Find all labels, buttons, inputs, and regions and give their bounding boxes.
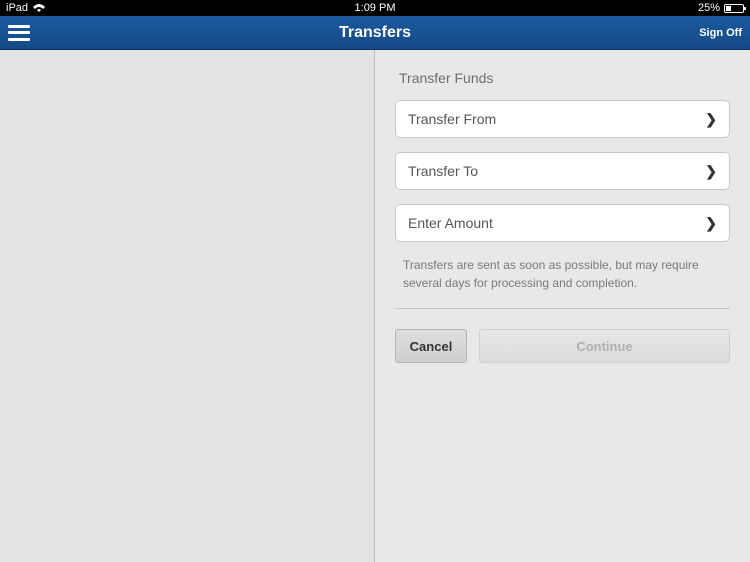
battery-icon	[724, 4, 744, 13]
transfer-to-label: Transfer To	[408, 163, 705, 179]
transfer-from-label: Transfer From	[408, 111, 705, 127]
status-time: 1:09 PM	[355, 2, 396, 14]
battery-percent: 25%	[698, 2, 720, 14]
sign-off-button[interactable]: Sign Off	[699, 27, 742, 39]
chevron-right-icon: ❯	[705, 111, 717, 128]
button-row: Cancel Continue	[395, 329, 730, 363]
helper-text: Transfers are sent as soon as possible, …	[395, 256, 730, 292]
nav-bar: Transfers Sign Off	[0, 16, 750, 50]
content-area: Transfer Funds Transfer From ❯ Transfer …	[0, 50, 750, 562]
wifi-icon	[32, 3, 46, 13]
right-pane: Transfer Funds Transfer From ❯ Transfer …	[375, 50, 750, 562]
chevron-right-icon: ❯	[705, 163, 717, 180]
continue-button: Continue	[479, 329, 730, 363]
cancel-button[interactable]: Cancel	[395, 329, 467, 363]
divider	[395, 308, 730, 309]
device-label: iPad	[6, 2, 28, 14]
enter-amount-label: Enter Amount	[408, 215, 705, 231]
status-bar: iPad 1:09 PM 25%	[0, 0, 750, 16]
transfer-to-row[interactable]: Transfer To ❯	[395, 152, 730, 190]
enter-amount-row[interactable]: Enter Amount ❯	[395, 204, 730, 242]
section-title: Transfer Funds	[395, 70, 730, 86]
page-title: Transfers	[339, 24, 411, 42]
menu-icon[interactable]	[8, 25, 30, 41]
chevron-right-icon: ❯	[705, 215, 717, 232]
transfer-from-row[interactable]: Transfer From ❯	[395, 100, 730, 138]
left-pane	[0, 50, 375, 562]
